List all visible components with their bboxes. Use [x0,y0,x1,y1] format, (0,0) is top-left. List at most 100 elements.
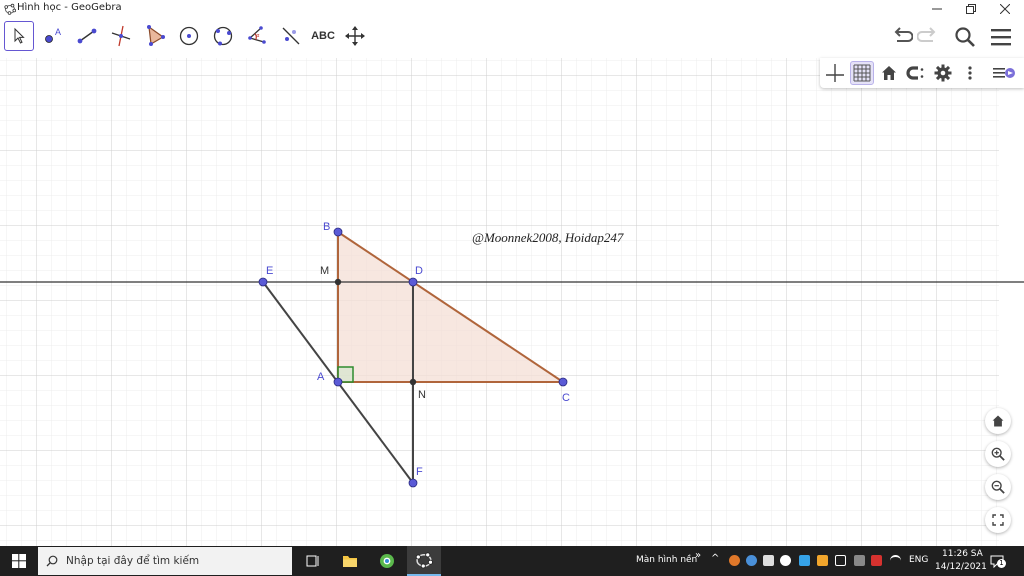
minimize-icon [932,8,942,10]
window-title: Hình học - GeoGebra [17,2,122,13]
undo-button[interactable] [886,22,916,52]
label-n: N [418,389,426,401]
undo-icon [894,27,913,42]
polygon-tool-button[interactable] [140,21,170,51]
label-c: C [562,392,570,404]
perpendicular-line-icon [111,25,131,47]
toggle-grid-button[interactable] [850,61,874,85]
style-bar-toggle-icon [993,68,1015,78]
avast-icon[interactable] [729,555,740,566]
graphics-view[interactable]: B M D E A N C F @Moonnek2008, Hoidap247 [0,58,1024,546]
language-indicator[interactable]: ENG [909,555,928,565]
svg-text:A: A [55,27,61,37]
grid-icon [853,64,871,82]
redo-button[interactable] [914,22,944,52]
home-view-button[interactable] [985,408,1011,434]
segment-icon [77,28,97,44]
restore-button[interactable] [954,0,988,18]
search-button[interactable] [950,22,980,52]
circle-center-icon [179,26,199,46]
fullscreen-button[interactable] [985,507,1011,533]
screenshot-tool-icon[interactable] [763,555,774,566]
network-icon[interactable] [854,555,865,566]
taskbar-search-placeholder: Nhập tại đây để tìm kiếm [66,555,200,567]
unikey-icon[interactable] [871,555,882,566]
reflect-tool-button[interactable] [276,21,306,51]
magnet-icon [906,66,924,80]
taskbar-search-box[interactable]: Nhập tại đây để tìm kiếm [38,547,292,575]
move-graphics-tool-button[interactable] [340,21,370,51]
text-tool-label: ABC [311,30,335,42]
circle-center-tool-button[interactable] [174,21,204,51]
wifi-icon[interactable] [890,555,901,566]
geogebra-logo-icon [415,552,433,569]
task-view-button[interactable] [296,546,330,576]
point-m[interactable] [334,278,342,286]
speaker-icon[interactable] [835,555,846,566]
geometry-canvas[interactable]: B M D E A N C F @Moonnek2008, Hoidap247 [0,58,1024,546]
gear-icon [934,64,952,82]
standard-view-button[interactable] [877,61,901,85]
clock-time[interactable]: 11:26 SA [942,549,983,559]
home-icon [992,415,1004,427]
point-e[interactable] [258,277,268,287]
cloud-sync-icon[interactable] [746,555,757,566]
point-a[interactable] [333,377,343,387]
point-d[interactable] [408,277,418,287]
point-c[interactable] [558,377,568,387]
zoom-in-button[interactable] [985,441,1011,467]
more-options-button[interactable] [958,61,982,85]
close-button[interactable] [988,0,1022,18]
browser-icon [380,554,394,568]
main-menu-button[interactable] [986,22,1016,52]
label-b: B [323,221,330,233]
vpn-icon[interactable] [799,555,810,566]
watermark-annotation[interactable]: @Moonnek2008, Hoidap247 [472,230,624,245]
app-tray-icon[interactable] [817,555,828,566]
coccoc-browser-button[interactable] [370,546,404,576]
clock-date[interactable]: 14/12/2021 [935,562,987,572]
segment-tool-button[interactable] [72,21,102,51]
point-tool-button[interactable]: A [38,21,68,51]
zoom-out-button[interactable] [985,474,1011,500]
perpendicular-tool-button[interactable] [106,21,136,51]
search-icon [46,555,58,567]
home-icon [882,66,896,80]
geogebra-taskbar-button[interactable] [407,546,441,576]
point-f[interactable] [408,478,418,488]
svg-text:α: α [257,33,260,39]
chevron-double-right-icon[interactable]: » [695,550,701,561]
notification-center-button[interactable]: 1 [990,553,1006,569]
angle-tool-button[interactable]: α [242,21,272,51]
hamburger-menu-icon [991,29,1011,46]
minimize-button[interactable] [920,0,954,18]
chevron-up-icon[interactable]: ^ [711,553,722,564]
text-tool-button[interactable]: ABC [308,21,338,51]
tool-bar: A α ABC [0,18,1024,58]
move-tool-button[interactable] [4,21,34,51]
close-icon [1000,4,1010,14]
restore-icon [966,4,976,14]
windows-logo-icon [12,554,26,568]
vertical-dots-icon [968,66,972,80]
circle-three-points-icon [213,26,233,46]
start-button[interactable] [0,546,38,576]
point-b[interactable] [333,227,343,237]
toggle-style-bar-button[interactable] [992,61,1016,85]
windows-taskbar: Nhập tại đây để tìm kiếm Màn hình nền » … [0,546,1024,576]
zoom-out-icon [991,480,1005,494]
onedrive-icon[interactable] [780,555,791,566]
label-f: F [416,466,423,478]
circle-three-points-tool-button[interactable] [208,21,238,51]
point-capturing-button[interactable] [904,61,928,85]
point-n[interactable] [409,378,417,386]
fullscreen-icon [992,514,1004,526]
arrow-cursor-icon [14,27,25,44]
desktop-toolbar-label[interactable]: Màn hình nền [636,555,697,565]
file-explorer-button[interactable] [333,546,367,576]
toggle-axes-button[interactable] [823,61,847,85]
graphics-settings-button[interactable] [931,61,955,85]
polygon-icon [147,25,165,46]
folder-icon [343,556,357,567]
zoom-in-icon [991,447,1005,461]
